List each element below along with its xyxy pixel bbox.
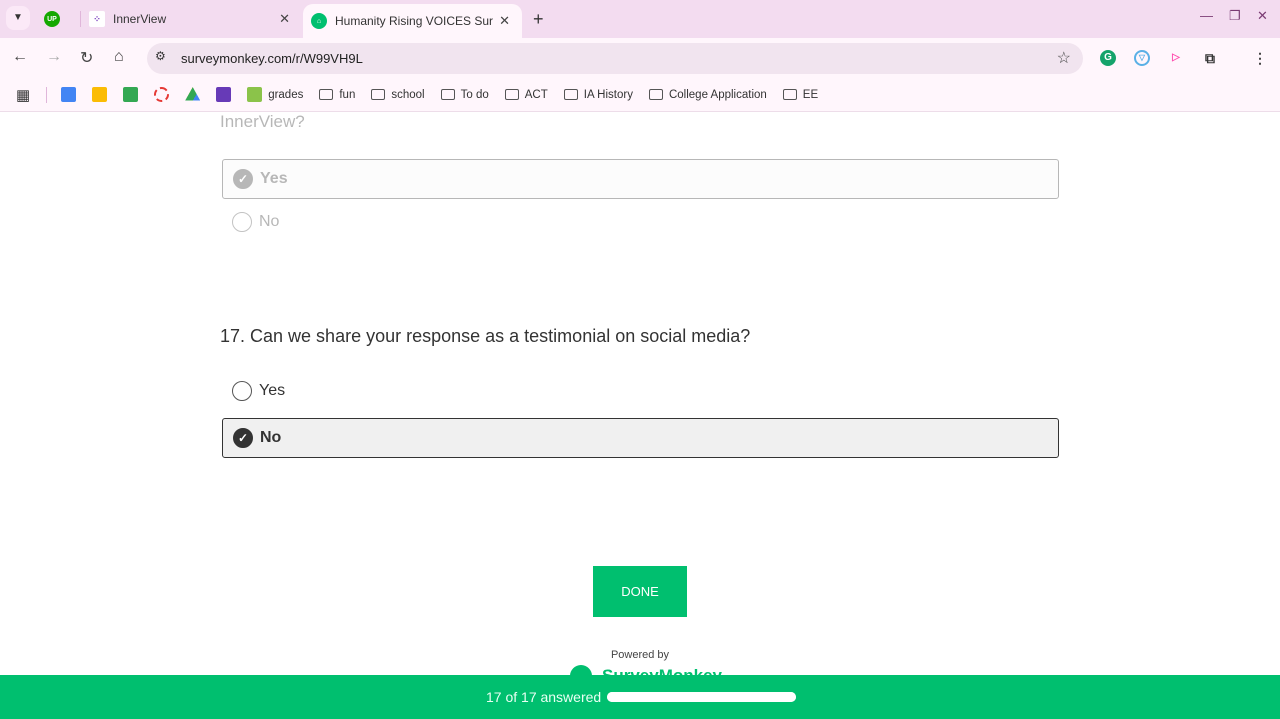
url-text[interactable]: surveymonkey.com/r/W99VH9L xyxy=(181,51,363,66)
back-icon[interactable]: ← xyxy=(12,48,28,66)
bookmark-todo[interactable]: To do xyxy=(440,88,489,101)
survey-page: InnerView? ✓ Yes No 17. Can we share your… xyxy=(0,113,1280,675)
upwork-icon: UP xyxy=(44,11,60,27)
bookmark-label: EE xyxy=(802,88,819,101)
folder-icon xyxy=(371,89,386,100)
progress-bar-fill xyxy=(607,692,796,702)
folder-icon xyxy=(440,89,455,100)
progress-bar xyxy=(607,692,796,702)
restore-icon[interactable]: ❐ xyxy=(1229,8,1241,24)
tab-pinned[interactable]: UP xyxy=(44,0,74,38)
close-tab-icon[interactable]: ✕ xyxy=(499,13,510,29)
reload-icon[interactable]: ↻ xyxy=(80,48,93,68)
bookmark-label: ACT xyxy=(524,88,548,101)
previous-question-text: InnerView? xyxy=(220,113,305,131)
check-icon: ✓ xyxy=(233,428,253,448)
tab-label: InnerView xyxy=(113,12,167,26)
bookmark-grades[interactable]: grades xyxy=(247,87,303,102)
extension-pink-icon[interactable]: ▷ xyxy=(1168,50,1184,66)
bookmark-act[interactable]: ACT xyxy=(504,88,548,101)
tab-innerview[interactable]: ⁘ InnerView ✕ xyxy=(80,11,300,27)
bookmark-label: grades xyxy=(268,88,304,101)
radio-icon xyxy=(232,381,252,401)
bookmarks-bar: ▦ grades fun school To do ACT IA History… xyxy=(0,78,1280,112)
home-icon[interactable]: ⌂ xyxy=(114,48,124,66)
bookmark-ee[interactable]: EE xyxy=(782,88,819,101)
bookmark-label: school xyxy=(391,88,425,101)
folder-icon xyxy=(319,89,334,100)
innerview-icon: ⁘ xyxy=(89,11,105,27)
docs-icon[interactable] xyxy=(61,87,77,102)
new-tab-button[interactable]: + xyxy=(533,0,544,38)
option-label: No xyxy=(260,429,282,446)
divider xyxy=(46,86,48,103)
tab-label: Humanity Rising VOICES Surve xyxy=(335,14,493,28)
minimize-icon[interactable]: — xyxy=(1200,8,1213,23)
prev-option-no[interactable]: No xyxy=(222,202,1059,242)
close-window-icon[interactable]: ✕ xyxy=(1257,8,1268,24)
bookmark-label: College Application xyxy=(668,88,767,101)
surveymonkey-icon: ⌂ xyxy=(311,13,327,29)
bookmark-school[interactable]: school xyxy=(371,88,425,101)
address-bar[interactable]: ⚙ surveymonkey.com/r/W99VH9L ☆ xyxy=(147,43,1083,74)
bookmark-ia-history[interactable]: IA History xyxy=(563,88,633,101)
apps-icon[interactable]: ▦ xyxy=(16,86,30,104)
circle-app-icon[interactable] xyxy=(154,87,170,102)
done-button[interactable]: DONE xyxy=(593,566,687,617)
powered-by-text: Powered by xyxy=(610,649,670,661)
sheets-icon[interactable] xyxy=(123,87,139,102)
menu-icon[interactable]: ⋮ xyxy=(1252,50,1268,66)
option-label: No xyxy=(259,213,280,230)
brand-text: SurveyMonkey xyxy=(602,666,722,675)
forms-icon[interactable] xyxy=(216,87,232,102)
classroom-icon xyxy=(247,87,263,102)
folder-icon xyxy=(504,89,519,100)
prev-option-yes[interactable]: ✓ Yes xyxy=(222,159,1059,199)
shield-extension-icon[interactable]: ▽ xyxy=(1134,50,1150,66)
option-no[interactable]: ✓ No xyxy=(222,418,1059,458)
drive-icon[interactable] xyxy=(185,87,201,101)
progress-label: 17 of 17 answered xyxy=(486,689,602,705)
question-17-text: 17. Can we share your response as a test… xyxy=(220,326,751,346)
check-icon: ✓ xyxy=(233,169,253,189)
surveymonkey-logo-icon xyxy=(570,665,592,675)
bookmark-fun[interactable]: fun xyxy=(319,89,355,101)
grammarly-icon[interactable]: G xyxy=(1100,50,1116,66)
option-yes[interactable]: Yes xyxy=(222,371,1059,411)
surveymonkey-logo[interactable]: SurveyMonkey xyxy=(570,665,722,675)
tab-survey[interactable]: ⌂ Humanity Rising VOICES Surve ✕ xyxy=(303,4,522,38)
bookmark-star-icon[interactable]: ☆ xyxy=(1057,48,1071,68)
folder-icon xyxy=(648,89,663,100)
folder-icon xyxy=(782,89,797,100)
radio-icon xyxy=(232,212,252,232)
site-info-icon[interactable]: ⚙ xyxy=(155,49,166,63)
close-tab-icon[interactable]: ✕ xyxy=(279,11,290,27)
option-label: Yes xyxy=(260,170,288,187)
bookmark-label: To do xyxy=(460,88,489,101)
slides-icon[interactable] xyxy=(92,87,108,102)
tab-search-button[interactable]: ▼ xyxy=(6,6,30,30)
option-label: Yes xyxy=(259,382,286,399)
bookmark-label: IA History xyxy=(583,88,633,101)
toolbar: ← → ↻ ⌂ ⚙ surveymonkey.com/r/W99VH9L ☆ G… xyxy=(0,38,1280,78)
bookmark-college-application[interactable]: College Application xyxy=(648,88,767,101)
folder-icon xyxy=(563,89,578,100)
extensions-puzzle-icon[interactable]: ⧉ xyxy=(1202,50,1218,66)
forward-icon[interactable]: → xyxy=(46,48,62,66)
progress-footer: 17 of 17 answered xyxy=(0,675,1280,719)
bookmark-label: fun xyxy=(339,88,356,101)
tab-strip: ▼ UP ⁘ InnerView ✕ ⌂ Humanity Rising VOI… xyxy=(0,0,1280,38)
